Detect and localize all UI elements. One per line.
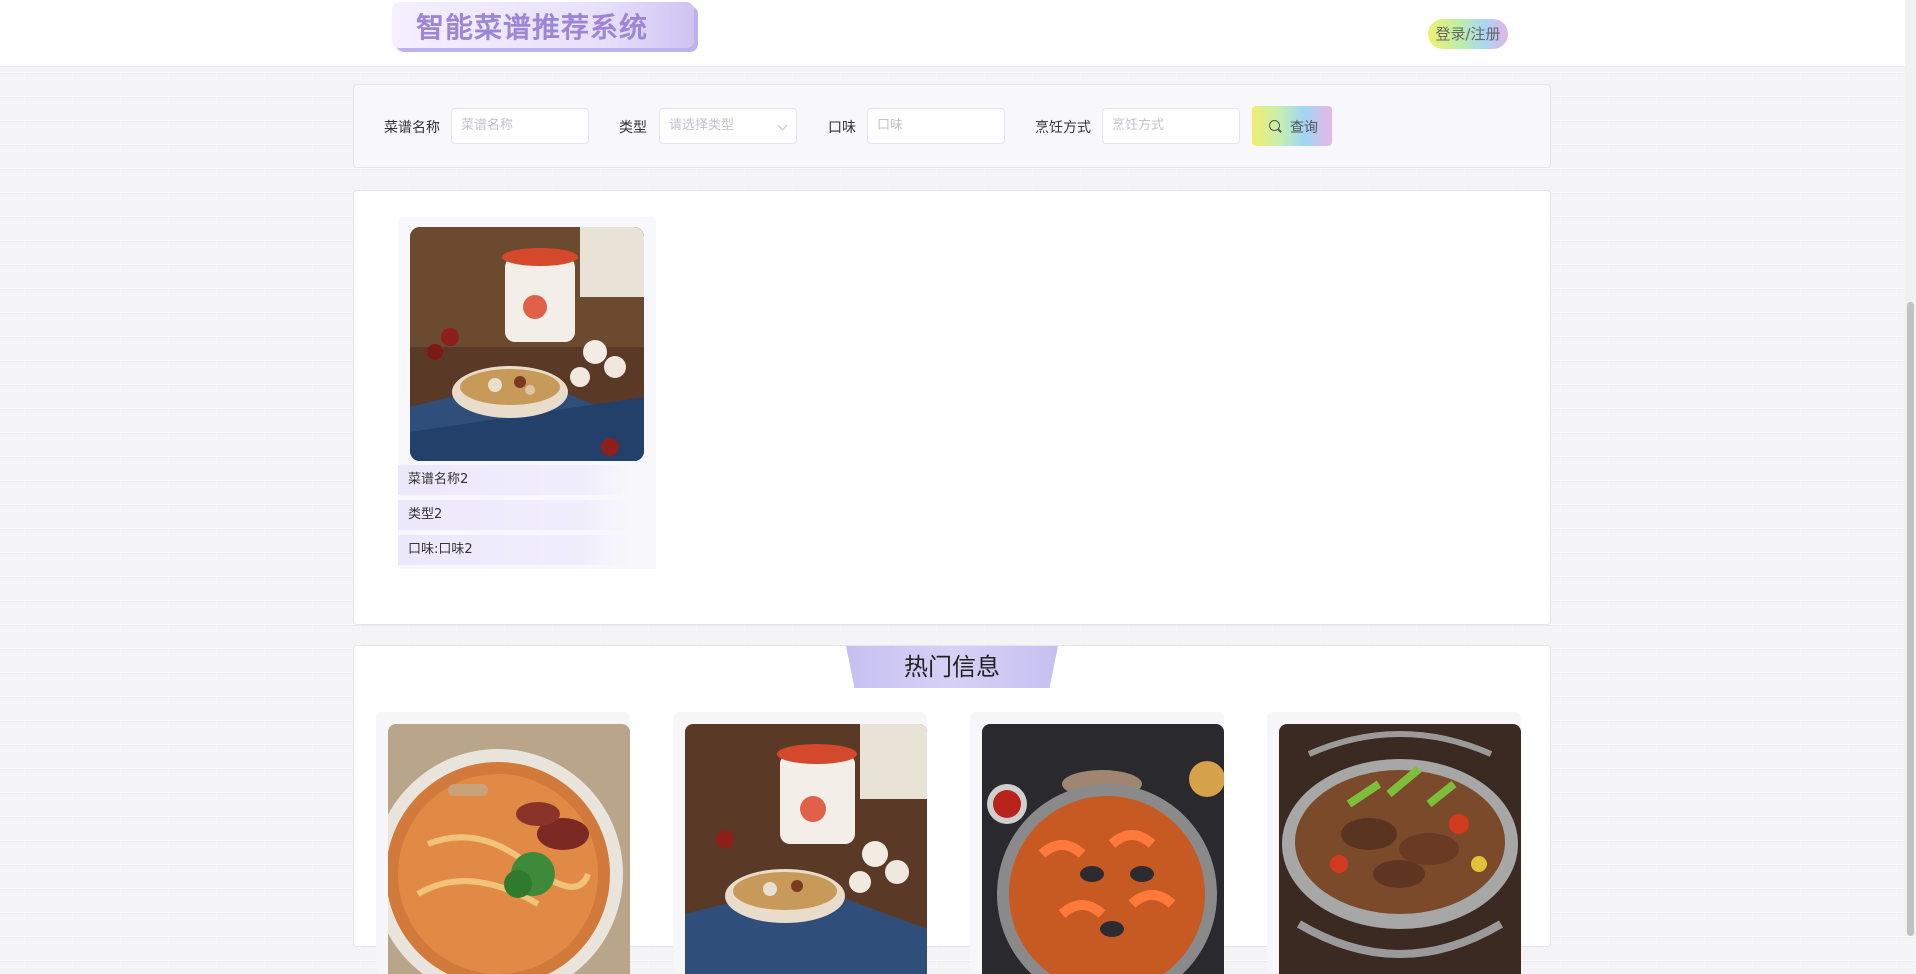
type-select-placeholder: 请选择类型: [669, 118, 735, 133]
taste-input[interactable]: 口味: [867, 108, 1005, 144]
search-icon: [1269, 120, 1280, 131]
hot-item-card[interactable]: [376, 712, 630, 974]
type-label: 类型: [619, 120, 647, 136]
chevron-down-icon: [777, 120, 788, 131]
site-logo-title[interactable]: 智能菜谱推荐系统: [392, 2, 694, 48]
cooking-method-label: 烹饪方式: [1035, 120, 1091, 136]
recipe-results-panel: 菜谱名称2 类型2 口味:口味2: [353, 190, 1551, 625]
login-register-button[interactable]: 登录/注册: [1428, 19, 1508, 49]
hot-item-image[interactable]: [388, 724, 630, 974]
hot-item-card[interactable]: [1267, 712, 1521, 974]
recipe-name-input[interactable]: 菜谱名称: [451, 108, 589, 144]
recipe-type: 类型2: [398, 500, 630, 530]
hot-item-image[interactable]: [982, 724, 1224, 974]
taste-label: 口味: [828, 120, 856, 136]
type-select[interactable]: 请选择类型: [659, 108, 797, 144]
hot-info-panel: 热门信息: [353, 645, 1551, 974]
site-title: 智能菜谱推荐系统: [416, 11, 649, 44]
recipe-name: 菜谱名称2: [398, 465, 630, 495]
top-header: 智能菜谱推荐系统 登录/注册: [0, 0, 1905, 67]
recipe-card[interactable]: 菜谱名称2 类型2 口味:口味2: [398, 217, 656, 569]
hot-item-card[interactable]: [673, 712, 927, 974]
recipe-name-label: 菜谱名称: [384, 120, 440, 136]
recipe-image[interactable]: [410, 227, 644, 461]
hot-item-card[interactable]: [970, 712, 1224, 974]
hot-item-image[interactable]: [685, 724, 927, 974]
hot-info-title: 热门信息: [846, 646, 1058, 688]
hot-item-image[interactable]: [1279, 724, 1521, 974]
page-scrollbar[interactable]: [1905, 0, 1916, 936]
cooking-method-input[interactable]: 烹饪方式: [1102, 108, 1240, 144]
scrollbar-thumb[interactable]: [1907, 302, 1914, 936]
recipe-taste: 口味:口味2: [398, 535, 630, 565]
search-panel: 菜谱名称 菜谱名称 类型 请选择类型 口味 口味 烹饪方式 烹饪方式 查询: [353, 84, 1551, 168]
search-button[interactable]: 查询: [1252, 106, 1332, 146]
search-button-label: 查询: [1290, 120, 1318, 136]
